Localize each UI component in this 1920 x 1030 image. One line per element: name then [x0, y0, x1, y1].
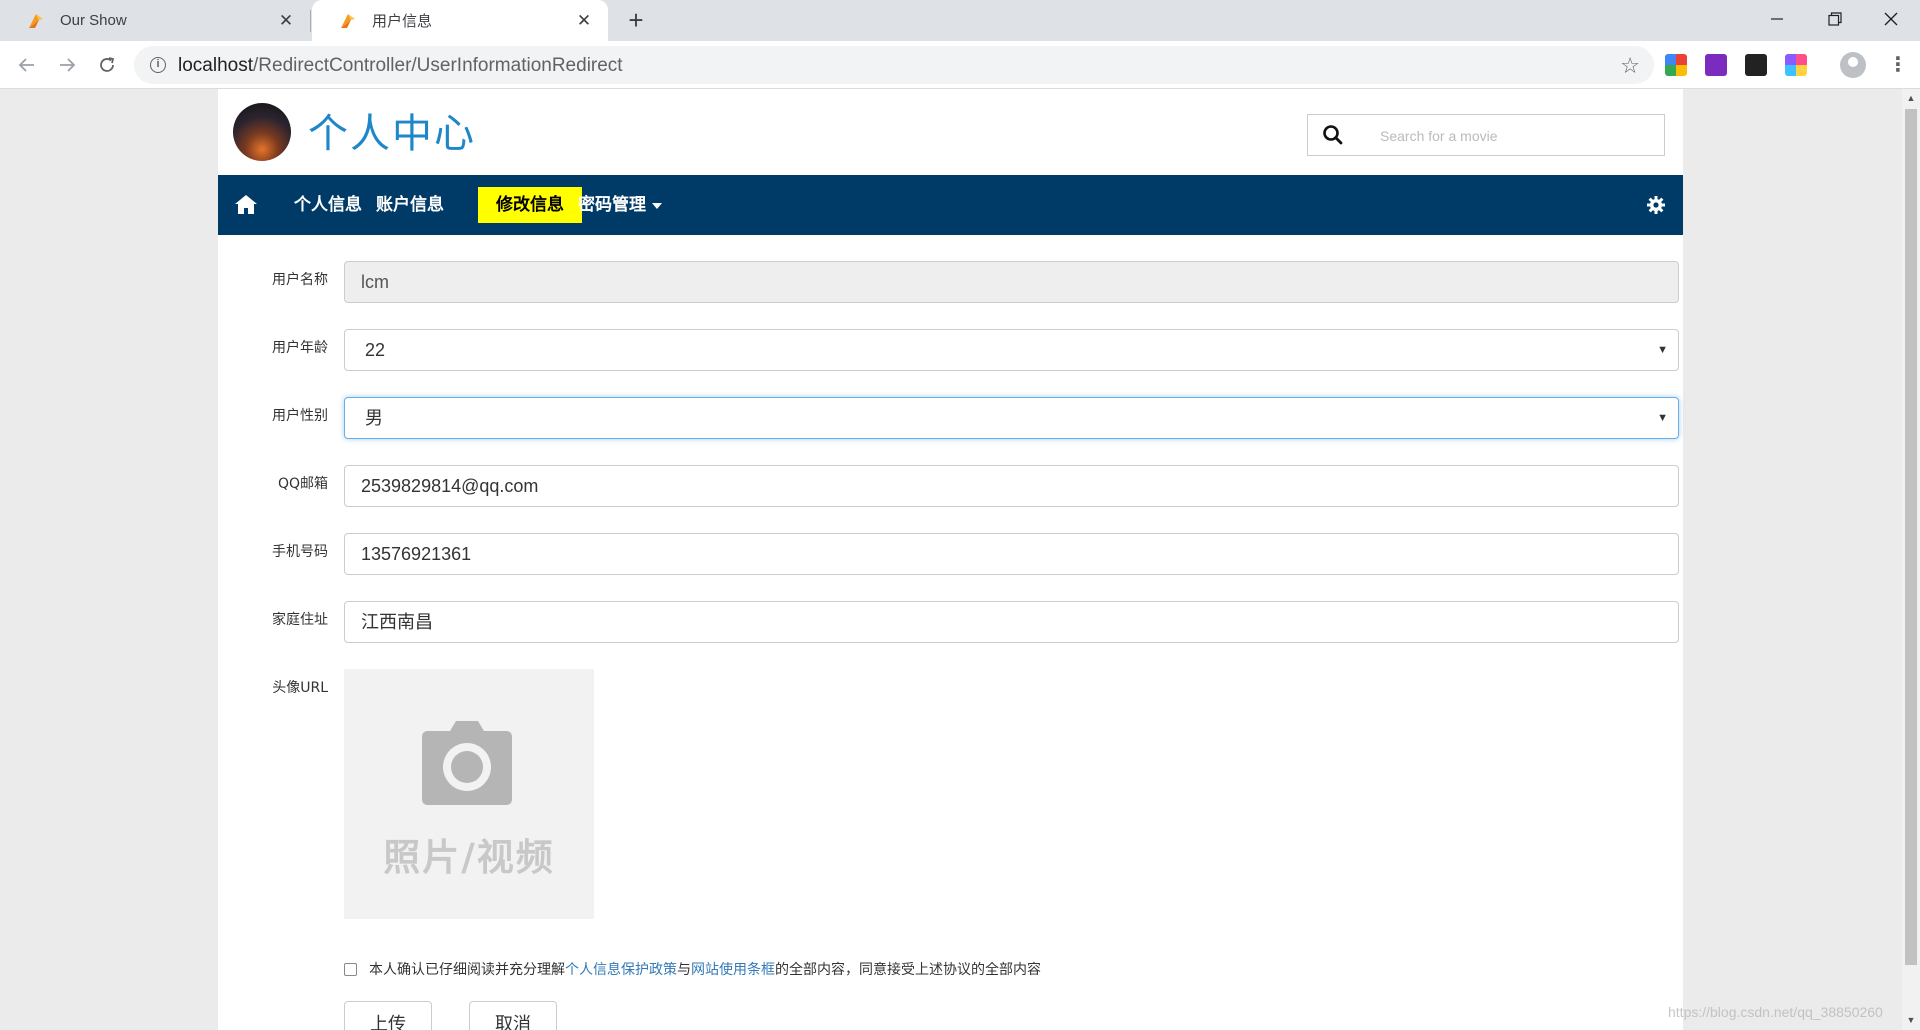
address-bar[interactable]: i localhost/RedirectController/UserInfor…	[134, 46, 1654, 84]
form-row-actions: 上传 取消	[218, 1001, 1683, 1030]
gender-selected-value: 男	[365, 408, 383, 428]
minimize-window-icon[interactable]	[1748, 0, 1806, 38]
close-tab-icon[interactable]: ✕	[574, 11, 594, 31]
browser-toolbar: i localhost/RedirectController/UserInfor…	[0, 41, 1920, 89]
username-field[interactable]: lcm	[344, 261, 1679, 303]
extension-rp-icon[interactable]	[1705, 54, 1727, 76]
page-scrollbar[interactable]: ▲ ▼	[1902, 89, 1920, 1030]
avatar-url-label: 头像URL	[272, 680, 328, 696]
phone-field[interactable]: 13576921361	[344, 533, 1679, 575]
agreement-prefix-text: 本人确认已仔细阅读并充分理解	[369, 962, 565, 978]
age-selected-value: 22	[365, 340, 386, 360]
avatar-upload-area[interactable]: 照片/视频	[344, 669, 594, 919]
form-row-agreement: 本人确认已仔细阅读并充分理解 个人信息保护政策 与 网站使用条框 的全部内容，同…	[218, 959, 1683, 983]
extension-binary-icon[interactable]	[1745, 54, 1767, 76]
site-terms-link[interactable]: 网站使用条框	[691, 959, 775, 979]
url-path: /RedirectController/UserInformationRedir…	[253, 55, 623, 76]
profile-avatar-icon[interactable]	[1840, 52, 1866, 78]
close-window-icon[interactable]	[1862, 0, 1920, 38]
privacy-policy-link[interactable]: 个人信息保护政策	[565, 959, 677, 979]
agreement-checkbox[interactable]	[344, 962, 357, 976]
search-icon[interactable]	[1322, 124, 1344, 146]
address-field[interactable]: 江西南昌	[344, 601, 1679, 643]
dropdown-arrow-icon: ▼	[1657, 344, 1668, 356]
user-avatar[interactable]	[233, 103, 291, 161]
chevron-down-icon	[652, 202, 662, 209]
page-container: 个人中心 个人信息 账户信息 修改信息 密码管理 用户名称 lcm	[218, 89, 1683, 1030]
back-arrow-icon[interactable]	[12, 51, 42, 79]
site-header: 个人中心	[218, 89, 1683, 175]
browser-tab-user-info[interactable]: 用户信息 ✕	[312, 0, 608, 41]
restore-window-icon[interactable]	[1806, 0, 1864, 38]
new-tab-plus-icon[interactable]: +	[622, 6, 650, 34]
username-label: 用户名称	[272, 272, 328, 288]
form-row-age: 用户年龄 22 ▼	[218, 329, 1683, 373]
site-favicon-icon	[341, 13, 355, 28]
scrollbar-thumb[interactable]	[1905, 109, 1917, 965]
form-row-phone: 手机号码 13576921361	[218, 533, 1683, 577]
forward-arrow-icon[interactable]	[52, 51, 82, 79]
agreement-line: 本人确认已仔细阅读并充分理解 个人信息保护政策 与 网站使用条框 的全部内容，同…	[344, 959, 1041, 979]
form-row-avatar: 头像URL 照片/视频	[218, 669, 1683, 929]
watermark-text: https://blog.csdn.net/qq_38850260	[1668, 1004, 1883, 1020]
site-info-icon[interactable]: i	[150, 57, 166, 73]
form-row-username: 用户名称 lcm	[218, 261, 1683, 305]
dropdown-arrow-icon: ▼	[1657, 412, 1668, 424]
form-row-email: QQ邮箱 2539829814@qq.com	[218, 465, 1683, 509]
agreement-middle-text: 与	[677, 962, 691, 978]
tab-title: 用户信息	[372, 13, 433, 30]
nav-item-account-info[interactable]: 账户信息	[358, 187, 462, 223]
agreement-suffix-text: 的全部内容，同意接受上述协议的全部内容	[775, 962, 1041, 978]
email-label: QQ邮箱	[277, 476, 328, 492]
bookmark-star-icon[interactable]: ☆	[1620, 53, 1640, 79]
form-row-address: 家庭住址 江西南昌	[218, 601, 1683, 645]
camera-icon	[422, 721, 512, 805]
close-tab-icon[interactable]: ✕	[276, 11, 296, 31]
movie-search-box[interactable]	[1307, 114, 1665, 156]
site-favicon-icon	[29, 13, 43, 28]
tab-separator	[310, 10, 311, 32]
email-field[interactable]: 2539829814@qq.com	[344, 465, 1679, 507]
phone-label: 手机号码	[272, 544, 328, 560]
page-title: 个人中心	[308, 111, 476, 157]
address-label: 家庭住址	[272, 612, 328, 628]
home-icon[interactable]	[234, 193, 258, 215]
browser-tab-our-show[interactable]: Our Show ✕	[0, 0, 310, 41]
gear-icon[interactable]	[1646, 195, 1666, 215]
gender-label: 用户性别	[272, 408, 328, 424]
url-host: localhost	[178, 55, 253, 76]
cancel-button[interactable]: 取消	[469, 1001, 557, 1030]
age-select[interactable]: 22 ▼	[344, 329, 1679, 371]
page-viewport: 个人中心 个人信息 账户信息 修改信息 密码管理 用户名称 lcm	[0, 89, 1902, 1030]
age-label: 用户年龄	[272, 340, 328, 356]
browser-menu-icon[interactable]: ⋮	[1888, 51, 1908, 79]
nav-item-label: 密码管理	[578, 195, 646, 214]
extension-palette-icon[interactable]	[1785, 54, 1807, 76]
extension-color-icon[interactable]	[1665, 54, 1687, 76]
tab-title: Our Show	[60, 12, 127, 29]
scroll-up-arrow-icon[interactable]: ▲	[1902, 93, 1920, 103]
nav-item-password-manage[interactable]: 密码管理	[560, 187, 668, 223]
search-input[interactable]	[1380, 125, 1650, 147]
gender-select[interactable]: 男 ▼	[344, 397, 1679, 439]
reload-icon[interactable]	[92, 51, 122, 79]
main-nav-bar: 个人信息 账户信息 修改信息 密码管理	[218, 175, 1683, 235]
scroll-down-arrow-icon[interactable]: ▼	[1902, 1015, 1920, 1025]
upload-button[interactable]: 上传	[344, 1001, 432, 1030]
photo-video-placeholder: 照片/视频	[383, 836, 555, 879]
browser-tab-bar: Our Show ✕ 用户信息 ✕ +	[0, 0, 1920, 41]
form-row-gender: 用户性别 男 ▼	[218, 397, 1683, 441]
address-url: localhost/RedirectController/UserInforma…	[178, 55, 623, 77]
